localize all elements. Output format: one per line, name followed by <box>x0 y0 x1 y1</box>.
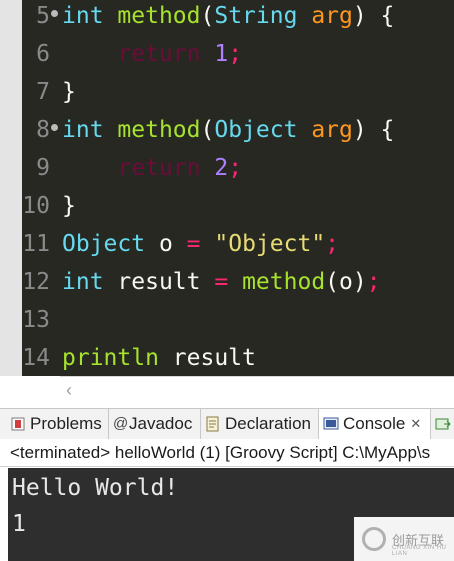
scroll-left-arrow-icon[interactable]: ‹ <box>66 377 72 403</box>
line-number: 8 <box>36 117 50 143</box>
tab-console[interactable]: Console ✕ <box>319 409 431 439</box>
at-icon: @ <box>113 415 129 432</box>
bottom-view-tabs: Problems @ Javadoc Declaration Console ✕ <box>0 408 454 440</box>
line-number: 10 <box>22 193 50 219</box>
code-line-7[interactable]: } <box>62 73 76 111</box>
watermark-logo: 创新互联 CHUANG XIN HU LIAN <box>354 517 454 561</box>
watermark-logo-icon <box>362 527 386 551</box>
line-number: 5 <box>36 3 50 29</box>
console-left-margin <box>0 468 8 561</box>
console-status-line: <terminated> helloWorld (1) [Groovy Scri… <box>0 439 454 467</box>
console-output-line: 1 <box>12 511 26 537</box>
code-line-6[interactable]: return 1; <box>62 35 242 73</box>
console-output-line: Hello World! <box>12 475 179 501</box>
line-number: 13 <box>22 307 50 333</box>
problems-icon <box>10 416 26 432</box>
code-line-12[interactable]: int result = method(o); <box>62 263 381 301</box>
code-editor[interactable]: 5 6 7 8 9 10 11 12 13 14 int method(Stri… <box>0 0 454 376</box>
code-line-11[interactable]: Object o = "Object"; <box>62 225 339 263</box>
horizontal-scrollbar[interactable]: ‹ <box>60 376 454 403</box>
line-number: 14 <box>22 345 50 371</box>
tab-problems[interactable]: Problems <box>6 409 109 439</box>
code-line-5[interactable]: int method(String arg) { <box>62 0 394 35</box>
tab-declaration[interactable]: Declaration <box>201 409 319 439</box>
fold-marker-icon[interactable] <box>51 124 58 131</box>
tab-javadoc[interactable]: @ Javadoc <box>109 409 201 439</box>
line-number: 7 <box>36 79 50 105</box>
close-icon[interactable]: ✕ <box>410 416 421 432</box>
code-line-14[interactable]: println result <box>62 339 256 377</box>
line-number: 11 <box>22 231 50 257</box>
line-number: 9 <box>36 155 50 181</box>
line-number: 12 <box>22 269 50 295</box>
line-number: 6 <box>36 41 50 67</box>
more-views-icon[interactable] <box>431 409 454 439</box>
code-line-9[interactable]: return 2; <box>62 149 242 187</box>
code-line-8[interactable]: int method(Object arg) { <box>62 111 394 149</box>
console-icon <box>323 416 339 432</box>
declaration-icon <box>205 416 221 432</box>
fold-marker-icon[interactable] <box>51 10 58 17</box>
code-line-10[interactable]: } <box>62 187 76 225</box>
